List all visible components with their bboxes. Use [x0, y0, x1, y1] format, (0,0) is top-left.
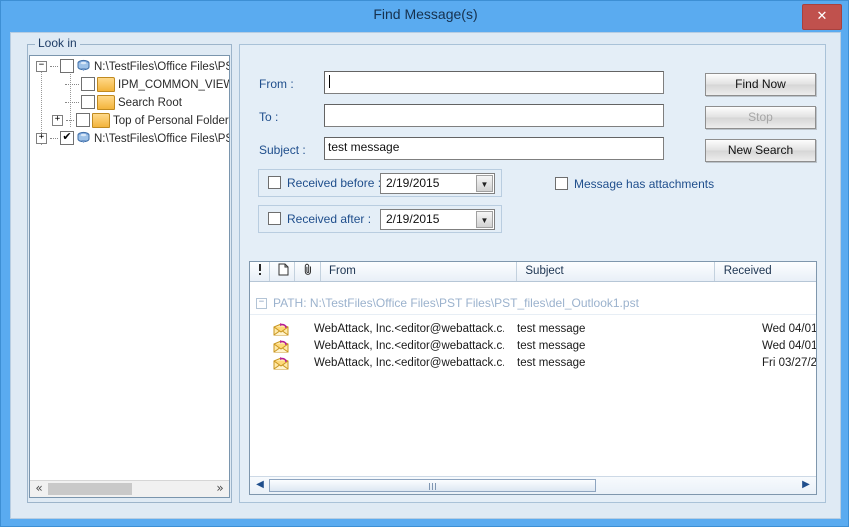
results-group-label: PATH: N:\TestFiles\Office Files\PST File…	[273, 296, 639, 310]
scroll-left-icon[interactable]: ◀	[252, 477, 268, 494]
tree-expander-icon[interactable]: −	[36, 60, 47, 72]
tree-connector	[50, 65, 58, 67]
priority-icon[interactable]	[250, 262, 270, 281]
to-input[interactable]	[324, 104, 664, 127]
opened-mail-icon	[272, 357, 290, 370]
results-group-row[interactable]: − PATH: N:\TestFiles\Office Files\PST Fil…	[250, 292, 816, 315]
tree-checkbox[interactable]	[81, 95, 95, 109]
cell-received: Fri 03/27/200	[762, 357, 817, 369]
group-expander-icon[interactable]: −	[256, 298, 267, 310]
tree-horizontal-scrollbar[interactable]: « »	[30, 480, 229, 497]
tree-node-4[interactable]: + ✔ N:\TestFiles\Office Files\PST	[30, 130, 229, 148]
subject-label: Subject :	[259, 143, 306, 157]
received-before-checkbox[interactable]	[268, 176, 281, 189]
column-header-from[interactable]: From	[324, 262, 518, 281]
results-column-header: From Subject Received	[250, 262, 816, 282]
opened-mail-icon	[272, 323, 290, 336]
to-label: To :	[259, 110, 279, 124]
tree-node-1[interactable]: IPM_COMMON_VIEWS	[30, 76, 229, 94]
paperclip-icon[interactable]	[299, 262, 321, 281]
table-row[interactable]: WebAttack, Inc.<editor@webattack.c... te…	[250, 355, 816, 372]
cell-from: WebAttack, Inc.<editor@webattack.c...	[314, 357, 504, 369]
stop-button: Stop	[705, 106, 816, 129]
cell-subject: test message	[517, 340, 586, 352]
tree-checkbox[interactable]	[81, 77, 95, 91]
new-search-button[interactable]: New Search	[705, 139, 816, 162]
tree-connector	[65, 101, 79, 103]
tree-node-label: Top of Personal Folders	[113, 115, 230, 127]
received-after-label: Received after :	[287, 212, 372, 226]
from-input[interactable]	[324, 71, 664, 94]
tree-node-label: N:\TestFiles\Office Files\PST	[94, 61, 230, 73]
from-label: From :	[259, 77, 294, 91]
received-before-date-combo[interactable]: 2/19/2015 ▼	[380, 173, 495, 194]
tree-node-3[interactable]: + Top of Personal Folders	[30, 112, 229, 130]
column-header-subject[interactable]: Subject	[520, 262, 716, 281]
tree-expander-icon[interactable]: +	[52, 114, 63, 126]
find-messages-window: Find Message(s) ✕ Look in − N:\TestFiles\…	[0, 0, 849, 527]
cell-from: WebAttack, Inc.<editor@webattack.c...	[314, 323, 504, 335]
close-icon[interactable]: ✕	[802, 4, 842, 30]
tree-checkbox[interactable]: ✔	[60, 131, 74, 145]
scroll-thumb[interactable]	[269, 479, 596, 492]
tree-node-label: IPM_COMMON_VIEWS	[118, 79, 230, 91]
received-after-date-value: 2/19/2015	[386, 212, 440, 226]
cell-subject: test message	[517, 323, 586, 335]
scroll-right-icon[interactable]: ▶	[798, 477, 814, 494]
received-after-date-combo[interactable]: 2/19/2015 ▼	[380, 209, 495, 230]
chevron-down-icon[interactable]: ▼	[476, 175, 493, 192]
tree-connector	[65, 83, 79, 85]
tree-connector	[50, 137, 58, 139]
look-in-legend: Look in	[35, 36, 80, 50]
tree-connector	[66, 119, 74, 121]
pst-file-icon	[76, 59, 91, 73]
scroll-thumb[interactable]	[48, 483, 132, 495]
folder-icon	[97, 76, 115, 92]
opened-mail-icon	[272, 340, 290, 353]
tree-node-0[interactable]: − N:\TestFiles\Office Files\PST	[30, 58, 229, 76]
cell-received: Wed 04/01/2	[762, 340, 817, 352]
folder-icon	[92, 112, 110, 128]
has-attachments-checkbox[interactable]	[555, 177, 568, 190]
scroll-grip	[428, 483, 438, 490]
column-header-received[interactable]: Received	[719, 262, 816, 281]
tree-checkbox[interactable]	[60, 59, 74, 73]
received-before-label: Received before :	[287, 176, 382, 190]
search-panel: From : To : Subject : test message Recei…	[239, 44, 826, 503]
folder-tree[interactable]: − N:\TestFiles\Office Files\PST IPM_COMMO…	[29, 55, 230, 498]
dialog-client-area: Look in − N:\TestFiles\Office Files\PST I…	[10, 32, 841, 519]
table-row[interactable]: WebAttack, Inc.<editor@webattack.c... te…	[250, 338, 816, 355]
folder-icon	[97, 94, 115, 110]
tree-node-label: N:\TestFiles\Office Files\PST	[94, 133, 230, 145]
has-attachments-label: Message has attachments	[574, 177, 715, 191]
table-row[interactable]: WebAttack, Inc.<editor@webattack.c... te…	[250, 321, 816, 338]
tree-node-2[interactable]: Search Root	[30, 94, 229, 112]
document-icon[interactable]	[273, 262, 296, 281]
received-before-date-value: 2/19/2015	[386, 176, 440, 190]
cell-received: Wed 04/01/2	[762, 323, 817, 335]
cell-from: WebAttack, Inc.<editor@webattack.c...	[314, 340, 504, 352]
scroll-left-icon[interactable]: «	[31, 481, 47, 497]
received-after-checkbox[interactable]	[268, 212, 281, 225]
find-now-button[interactable]: Find Now	[705, 73, 816, 96]
tree-checkbox[interactable]	[76, 113, 90, 127]
cell-subject: test message	[517, 357, 586, 369]
tree-expander-icon[interactable]: +	[36, 132, 47, 144]
window-title: Find Message(s)	[373, 6, 478, 22]
pst-file-icon	[76, 131, 91, 145]
subject-input[interactable]: test message	[324, 137, 664, 160]
title-bar[interactable]: Find Message(s) ✕	[1, 1, 849, 32]
scroll-right-icon[interactable]: »	[212, 481, 228, 497]
results-horizontal-scrollbar[interactable]: ◀ ▶	[250, 476, 816, 494]
results-list[interactable]: From Subject Received − PATH: N:\TestFile…	[249, 261, 817, 495]
text-caret	[329, 75, 330, 88]
tree-node-label: Search Root	[118, 97, 182, 109]
chevron-down-icon[interactable]: ▼	[476, 211, 493, 228]
